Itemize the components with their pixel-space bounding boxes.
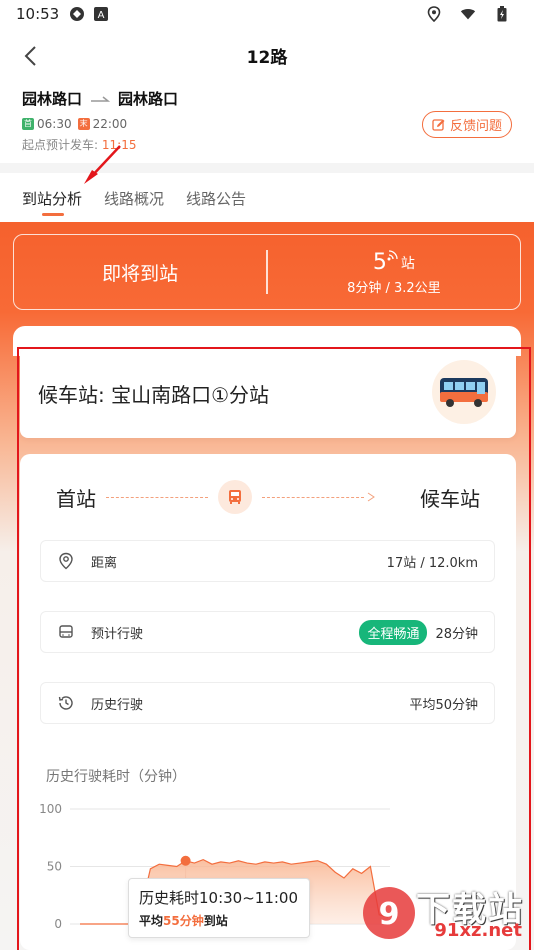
bus-marker [218, 480, 252, 514]
journey-dash-left [106, 496, 208, 498]
tab-route-notice[interactable]: 线路公告 [186, 178, 246, 218]
eta-value: 28分钟 [435, 626, 478, 642]
arrival-distance: 5 站 8分钟 / 3.2公里 [268, 249, 520, 296]
tooltip-prefix: 平均 [139, 914, 164, 928]
bus-icon [440, 378, 488, 407]
route-to: 园林路口 [118, 90, 179, 108]
distance-label: 距离 [91, 555, 118, 571]
tooltip-title: 历史耗时10:30~11:00 [139, 889, 299, 907]
watermark-logo-icon: 9 [363, 887, 415, 939]
svg-text:9: 9 [379, 897, 400, 932]
chart-y-tick-label: 0 [54, 917, 62, 931]
route-endpoints: 园林路口 园林路口 [22, 88, 522, 109]
wifi-icon [460, 6, 476, 22]
stops-unit: 站 [400, 255, 415, 272]
distance-row: 距离 17站 / 12.0km [40, 540, 495, 582]
traffic-status-badge: 全程畅通 [359, 619, 428, 645]
tab-indicator [42, 213, 64, 216]
tooltip-value: 55分钟 [163, 914, 204, 928]
chart-y-tick-label: 50 [47, 860, 62, 874]
stops-number: 5 [372, 249, 387, 275]
watermark-sub: 91xz.net [434, 920, 522, 941]
chart-tooltip: 历史耗时10:30~11:00 平均55分钟到站 [128, 878, 310, 938]
site-watermark: 9 下载站 91xz.net [360, 880, 530, 946]
tab-label: 线路概况 [104, 190, 165, 208]
feedback-label: 反馈问题 [449, 119, 502, 134]
chart-y-tick-label: 100 [39, 802, 62, 816]
arrival-summary: 即将到站 5 站 8分钟 / 3.2公里 [13, 234, 521, 310]
location-pin-icon [57, 552, 75, 570]
first-bus-time: 06:30 [37, 117, 72, 131]
journey-card: 首站 候车站 距离 17站 / 12.0km 预计行驶 全程畅通 28分钟 历史… [20, 454, 516, 950]
status-bar: 10:53 A [0, 0, 534, 28]
vpn-icon [69, 6, 85, 22]
distance-value: 17站 / 12.0km [386, 555, 478, 571]
chevron-left-icon [24, 46, 36, 66]
last-bus-time: 22:00 [92, 117, 128, 131]
status-time: 10:53 [16, 5, 60, 23]
back-button[interactable] [16, 42, 44, 70]
tab-bar: 到站分析 线路概况 线路公告 [22, 178, 246, 218]
end-station-label: 候车站 [420, 486, 480, 511]
history-value: 平均50分钟 [409, 697, 478, 713]
battery-icon [494, 6, 510, 22]
svg-text:A: A [98, 10, 105, 21]
start-station-label: 首站 [56, 486, 96, 511]
last-bus-tag: 末 [77, 118, 90, 130]
tooltip-body: 平均55分钟到站 [139, 912, 299, 929]
journey-dash-right [262, 496, 364, 498]
first-bus-tag: 首 [22, 118, 34, 130]
tab-label: 线路公告 [186, 190, 247, 208]
route-from: 园林路口 [22, 90, 83, 108]
eta-row: 预计行驶 全程畅通 28分钟 [40, 611, 495, 653]
page-title: 12路 [246, 47, 288, 68]
tab-label: 到站分析 [22, 190, 83, 208]
realtime-signal-icon [387, 249, 398, 260]
journey-header: 首站 候车站 [56, 480, 480, 514]
stops-count: 5 站 [373, 249, 415, 275]
arrival-detail: 8分钟 / 3.2公里 [347, 280, 441, 296]
bus-illustration [432, 360, 496, 424]
waiting-station-card: 候车站: 宝山南路口①分站 [20, 348, 516, 438]
bus-outline-icon [57, 623, 75, 641]
history-row: 历史行驶 平均50分钟 [40, 682, 495, 724]
history-label: 历史行驶 [91, 697, 144, 713]
bus-front-icon [229, 490, 241, 504]
chart-highlight-point[interactable] [180, 855, 191, 866]
edit-icon [432, 118, 445, 131]
chart-title: 历史行驶耗时（分钟） [46, 769, 186, 785]
waiting-station-name: 候车站: 宝山南路口①分站 [38, 382, 270, 407]
arrival-status: 即将到站 [102, 262, 179, 285]
annotation-arrow-icon [84, 145, 121, 184]
arrow-right-icon [367, 492, 375, 502]
tab-arrival-analysis[interactable]: 到站分析 [22, 178, 82, 218]
app-notification-icon: A [93, 6, 109, 22]
direction-arrow-icon [91, 95, 111, 102]
location-icon [426, 6, 442, 22]
feedback-button[interactable]: 反馈问题 [422, 111, 512, 138]
app-header: 12路 [0, 34, 534, 76]
eta-label: 预计行驶 [91, 626, 144, 642]
tooltip-suffix: 到站 [203, 914, 228, 928]
history-clock-icon [57, 694, 75, 712]
